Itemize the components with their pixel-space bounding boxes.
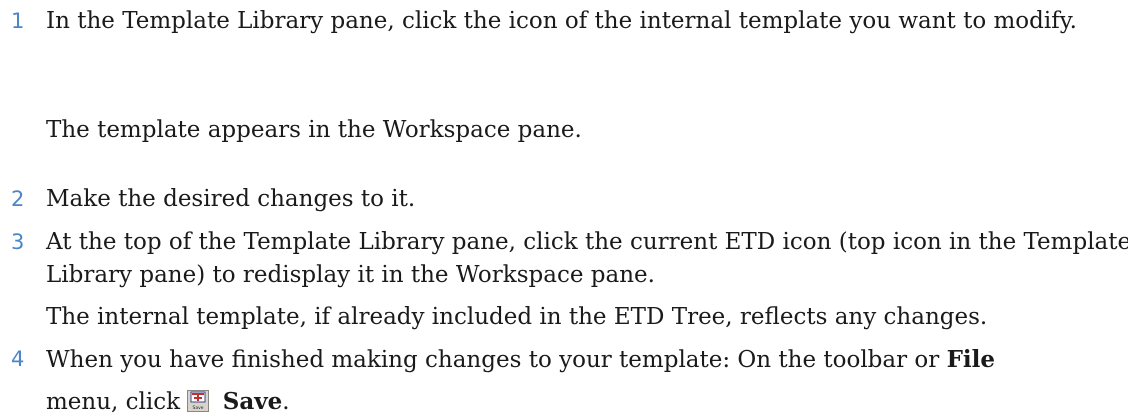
step-text-after: menu, click — [46, 389, 181, 415]
step-text-before: When you have finished making changes to… — [46, 347, 940, 373]
save-command-label: Save — [222, 388, 283, 415]
step-text: In the Template Library pane, click the … — [46, 8, 1077, 34]
step-2: 2 Make the desired changes to it. — [0, 178, 1128, 216]
step-number: 4 — [11, 347, 25, 371]
step-number: 1 — [11, 9, 25, 33]
step-result: The template appears in the Workspace pa… — [46, 117, 582, 143]
step-1: 1 In the Template Library pane, click th… — [0, 0, 1128, 38]
step-text: Make the desired changes to it. — [46, 186, 416, 212]
save-icon-caption: Save — [193, 405, 204, 411]
step-number: 2 — [11, 187, 25, 211]
step-text-end: . — [282, 389, 290, 415]
step-number: 3 — [11, 230, 25, 254]
step-text: When you have finished making changes to… — [46, 343, 1128, 419]
step-3: 3 At the top of the Template Library pan… — [0, 221, 1128, 292]
file-menu-label: File — [946, 346, 996, 373]
step-4: 4 When you have finished making changes … — [0, 338, 1128, 419]
step-text: At the top of the Template Library pane,… — [46, 229, 1128, 288]
step-text-line-2: menu, click Save Save. — [46, 385, 1128, 419]
step-result: The internal template, if already includ… — [46, 304, 988, 330]
save-icon: Save — [187, 390, 210, 412]
